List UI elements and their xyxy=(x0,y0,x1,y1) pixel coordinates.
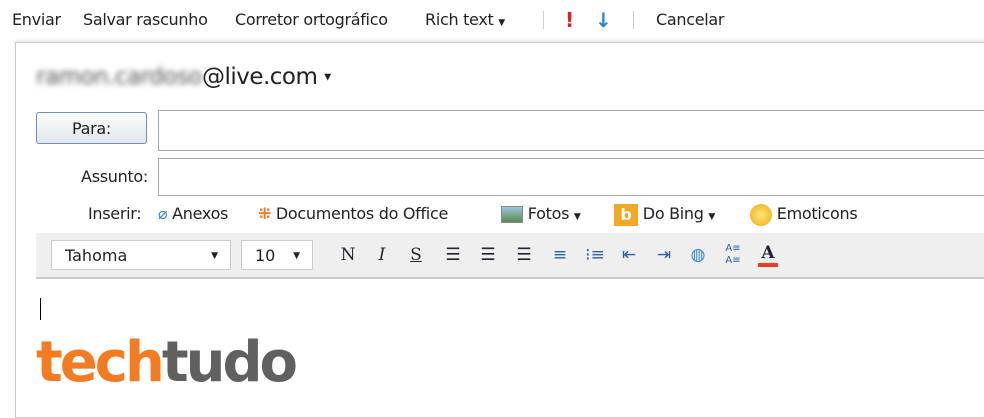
bing-button[interactable]: b Do Bing ▼ xyxy=(614,203,716,226)
to-button[interactable]: Para: xyxy=(36,112,147,144)
attachments-label: Anexos xyxy=(172,204,229,223)
office-label: Documentos do Office xyxy=(275,204,448,223)
logo-tech: tech xyxy=(36,330,165,395)
text-cursor xyxy=(40,298,41,320)
divider xyxy=(543,11,544,29)
insert-label: Inserir: xyxy=(88,204,142,223)
bing-icon: b xyxy=(614,203,638,226)
indent-icon[interactable]: ⇥ xyxy=(654,243,674,267)
chevron-down-icon: ▼ xyxy=(324,72,331,83)
align-center-icon[interactable]: ☰ xyxy=(478,243,498,267)
chevron-down-icon: ▼ xyxy=(211,251,218,261)
chevron-down-icon: ▼ xyxy=(573,212,581,222)
rich-text-dropdown[interactable]: Rich text ▼ xyxy=(425,8,505,32)
photo-icon xyxy=(501,206,523,223)
sender-name-blurred: ramon.cardoso xyxy=(36,64,202,90)
italic-button[interactable]: I xyxy=(372,243,392,267)
align-left-icon[interactable]: ☰ xyxy=(443,243,463,267)
font-size-value: 10 xyxy=(255,246,276,265)
office-icon: ⁜ xyxy=(258,204,272,223)
send-button[interactable]: Enviar xyxy=(12,8,61,32)
rich-text-label: Rich text xyxy=(425,10,494,29)
to-label: Para: xyxy=(71,119,111,138)
bold-button[interactable]: N xyxy=(338,243,358,267)
emoticons-button[interactable]: Emoticons xyxy=(750,203,858,226)
chevron-down-icon: ▼ xyxy=(293,251,300,261)
bullet-list-icon[interactable]: ⁝≡ xyxy=(585,243,605,267)
link-icon[interactable]: ◍ xyxy=(688,243,708,267)
sender-selector[interactable]: ramon.cardoso@live.com ▼ xyxy=(36,64,331,90)
cancel-button[interactable]: Cancelar xyxy=(656,8,724,32)
office-documents-button[interactable]: ⁜ Documentos do Office xyxy=(258,203,448,225)
align-right-icon[interactable]: ☰ xyxy=(514,243,534,267)
save-draft-button[interactable]: Salvar rascunho xyxy=(83,8,208,32)
subject-label: Assunto: xyxy=(81,167,148,186)
font-size-select[interactable]: 10 ▼ xyxy=(241,240,313,270)
text-direction-icon[interactable]: A≡ A≡ xyxy=(723,243,743,267)
spellcheck-button[interactable]: Corretor ortográfico xyxy=(235,8,388,32)
chevron-down-icon: ▼ xyxy=(708,212,716,222)
logo-tudo: tudo xyxy=(161,330,298,395)
paperclip-icon: ⌀ xyxy=(158,204,168,223)
font-value: Tahoma xyxy=(65,246,128,265)
photos-button[interactable]: Fotos ▼ xyxy=(501,203,581,225)
to-input[interactable] xyxy=(158,110,984,151)
divider xyxy=(633,11,634,29)
font-color-icon[interactable]: A xyxy=(758,243,778,267)
subject-input[interactable] xyxy=(158,158,984,196)
techtudo-logo: techtudo xyxy=(36,330,298,395)
chevron-down-icon: ▼ xyxy=(498,18,505,28)
outdent-icon[interactable]: ⇤ xyxy=(619,243,639,267)
sender-domain: @live.com xyxy=(201,64,318,90)
attachments-button[interactable]: ⌀ Anexos xyxy=(158,203,228,225)
emoticons-label: Emoticons xyxy=(776,204,858,223)
photos-label: Fotos xyxy=(527,204,570,223)
font-select[interactable]: Tahoma ▼ xyxy=(51,240,231,270)
low-priority-icon[interactable]: ↓ xyxy=(595,8,612,32)
numbered-list-icon[interactable]: ≡ xyxy=(550,243,570,267)
high-priority-icon[interactable]: ! xyxy=(565,8,574,32)
underline-button[interactable]: S xyxy=(406,243,426,267)
smiley-icon xyxy=(750,203,772,226)
bing-label: Do Bing xyxy=(642,204,704,223)
